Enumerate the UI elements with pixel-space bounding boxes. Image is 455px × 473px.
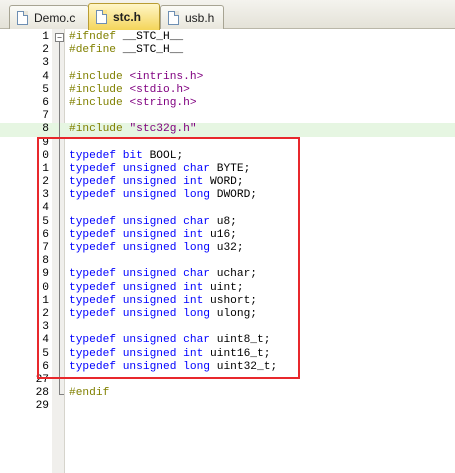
code-token: #include xyxy=(69,123,123,136)
tab-label: Demo.c xyxy=(34,10,76,25)
line-number: 7 xyxy=(42,110,49,123)
code-token: #include xyxy=(69,70,123,83)
code-token: __STC_H__ xyxy=(116,31,184,43)
typedef-annotation-box xyxy=(37,137,300,379)
tab-bar: Demo.c usb.h stc.h xyxy=(0,0,455,30)
code-line[interactable]: 3 xyxy=(0,57,455,70)
file-icon xyxy=(96,10,107,24)
line-text: #include <intrins.h> xyxy=(69,71,203,84)
tab-stc-h[interactable]: stc.h xyxy=(88,3,160,30)
fold-guide-end xyxy=(59,394,64,395)
line-number: 3 xyxy=(42,57,49,70)
line-text: #include <stdio.h> xyxy=(69,84,190,97)
code-line[interactable]: 1 #ifndef __STC_H__ xyxy=(0,31,455,44)
code-line[interactable]: 29 xyxy=(0,400,455,413)
tab-label: usb.h xyxy=(185,10,215,25)
code-line[interactable]: 8 #include "stc32g.h" xyxy=(0,123,455,137)
line-text: #include "stc32g.h" xyxy=(69,123,197,136)
code-token: <string.h> xyxy=(129,96,197,109)
code-token: #endif xyxy=(69,387,110,400)
code-token: <stdio.h> xyxy=(129,83,190,96)
line-number: 29 xyxy=(35,400,49,413)
code-token: #include xyxy=(69,96,123,109)
code-token: "stc32g.h" xyxy=(129,123,197,136)
line-number: 1 xyxy=(42,31,49,43)
line-number: 5 xyxy=(42,83,49,96)
code-line[interactable]: 28 #endif xyxy=(0,387,455,400)
file-icon xyxy=(168,10,179,25)
line-text: #include <string.h> xyxy=(69,97,197,110)
line-text: #define __STC_H__ xyxy=(69,44,183,57)
tab-demo-c[interactable]: Demo.c xyxy=(9,5,89,29)
code-token: <intrins.h> xyxy=(129,70,204,83)
line-number: 2 xyxy=(42,44,49,57)
tab-label: stc.h xyxy=(113,10,142,24)
line-number: 8 xyxy=(42,123,49,136)
line-number: 28 xyxy=(35,387,49,400)
file-icon xyxy=(17,10,28,25)
code-line[interactable]: 4 #include <intrins.h> xyxy=(0,71,455,84)
code-token: #ifndef xyxy=(69,31,116,43)
code-line[interactable]: 2 #define __STC_H__ xyxy=(0,44,455,57)
code-line[interactable]: 6 #include <string.h> xyxy=(0,97,455,110)
tab-usb-h[interactable]: usb.h xyxy=(160,5,224,29)
line-number: 6 xyxy=(42,96,49,109)
line-text: #endif xyxy=(69,387,109,400)
code-line[interactable]: 7 xyxy=(0,110,455,123)
line-text: #ifndef __STC_H__ xyxy=(69,31,183,44)
code-token: #define xyxy=(69,44,116,57)
code-token: #include xyxy=(69,83,123,96)
code-token: __STC_H__ xyxy=(116,44,184,57)
line-number: 4 xyxy=(42,70,49,83)
fold-toggle-icon[interactable]: − xyxy=(55,33,64,42)
code-line[interactable]: 5 #include <stdio.h> xyxy=(0,84,455,97)
